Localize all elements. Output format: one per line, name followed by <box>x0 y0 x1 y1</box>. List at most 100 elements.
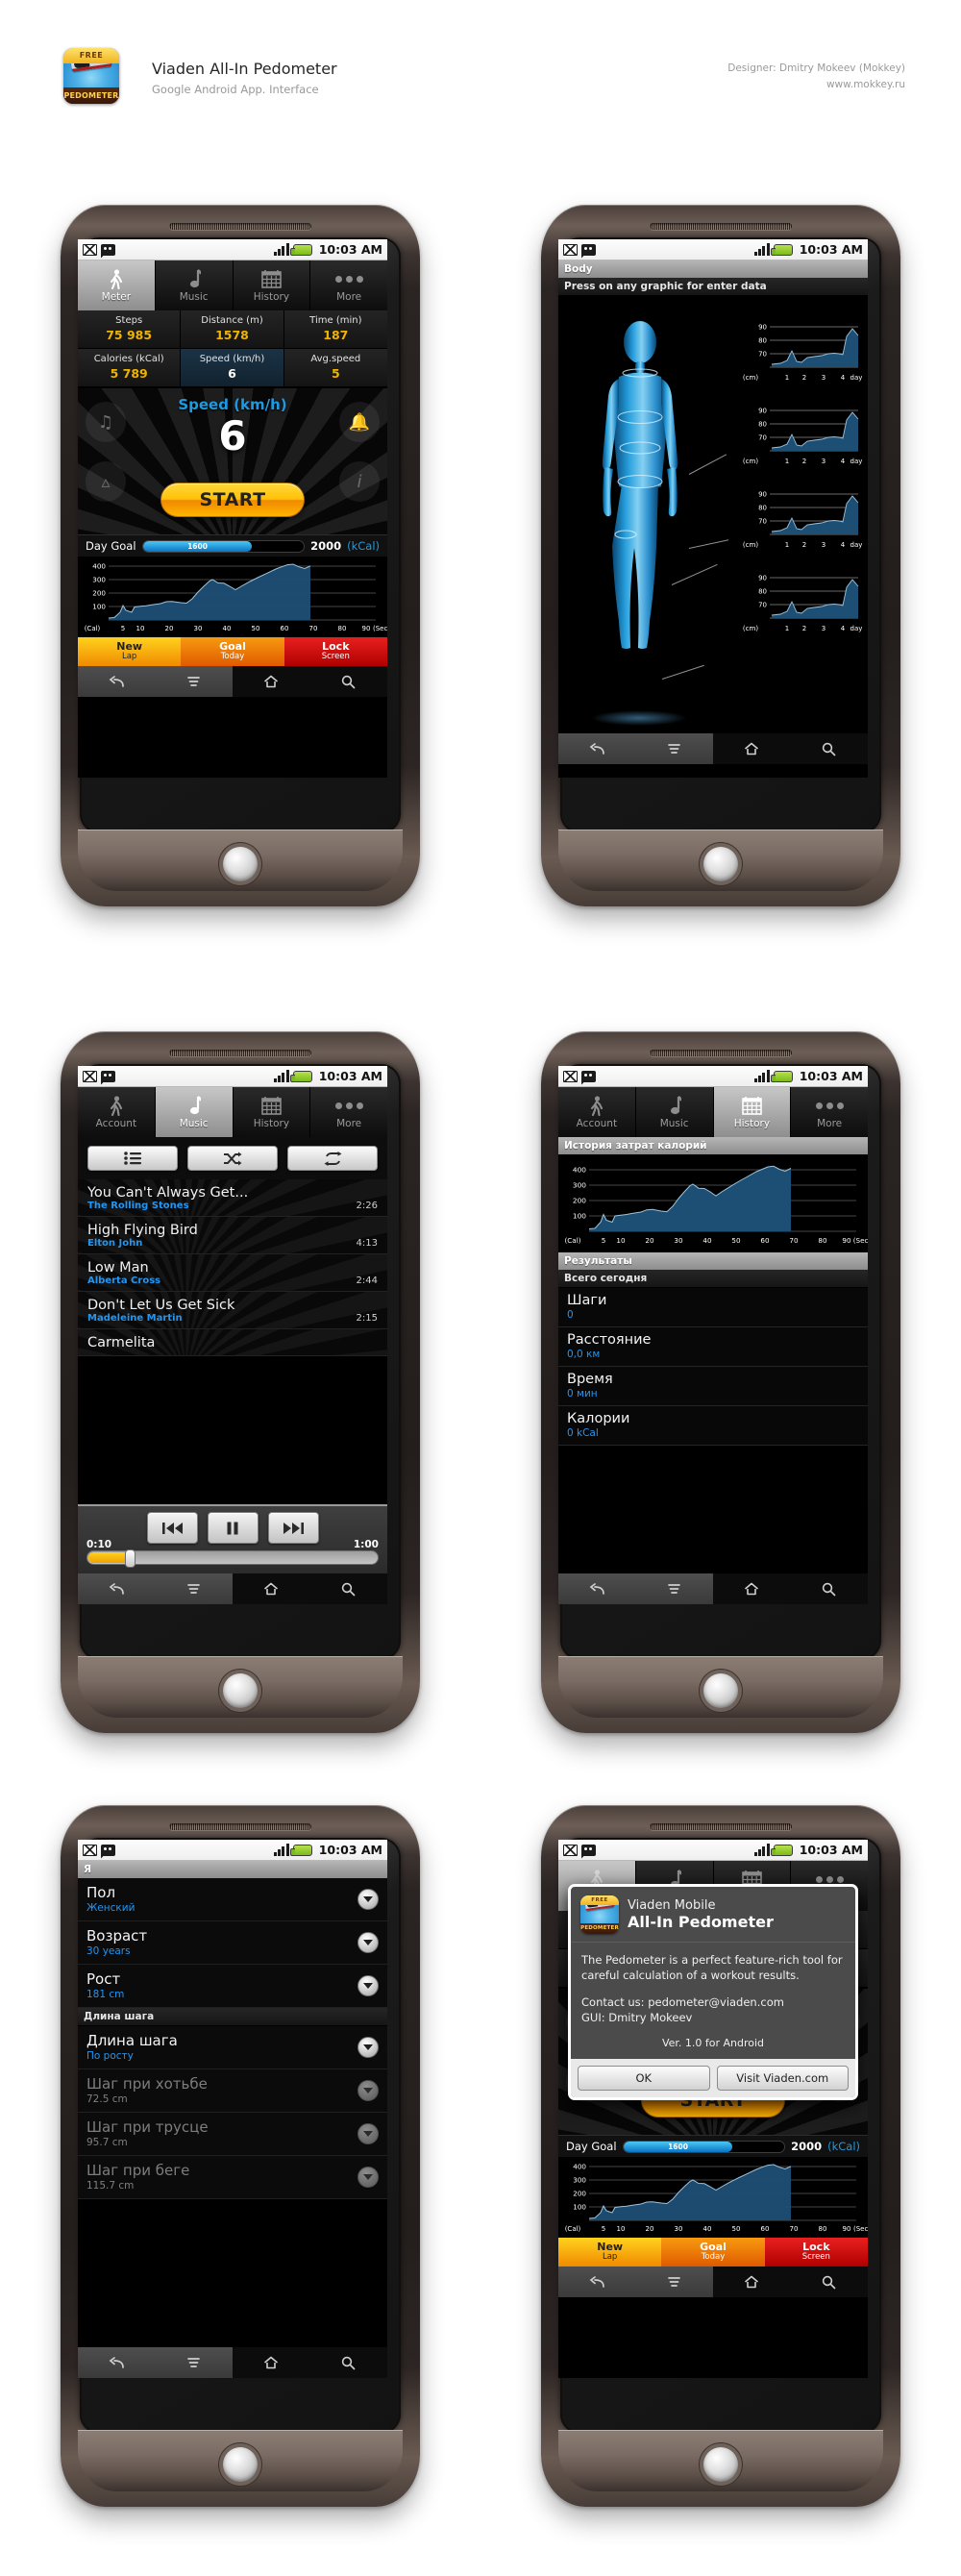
home-button[interactable] <box>713 2266 791 2297</box>
back-button[interactable] <box>78 2347 156 2378</box>
visit-viaden-button[interactable]: Visit Viaden.com <box>716 2066 849 2091</box>
list-item[interactable]: Калории 0 kCal <box>558 1406 868 1446</box>
trackball-4[interactable] <box>703 1673 738 1708</box>
stat-cell-speed[interactable]: Speed (km/h) 6 <box>181 349 284 387</box>
tab-history[interactable]: History <box>713 1087 792 1137</box>
trackball-3[interactable] <box>223 1673 258 1708</box>
menu-button[interactable] <box>155 2347 233 2378</box>
tab-history[interactable]: History <box>233 1087 311 1137</box>
search-button[interactable] <box>309 2347 387 2378</box>
tab-more[interactable]: More <box>791 1087 868 1137</box>
music-icon[interactable]: ♫ <box>86 402 126 442</box>
human-figure-icon[interactable] <box>585 313 696 698</box>
mini-chart-hips[interactable]: 90 80 70 (cm) 1 2 3 4 day <box>737 486 863 561</box>
repeat-icon[interactable] <box>287 1146 378 1171</box>
mini-chart-waist[interactable]: 90 80 70 (cm) 1 2 3 4 day <box>737 403 863 478</box>
back-button[interactable] <box>558 1573 636 1604</box>
action-goal-today[interactable]: Goal Today <box>181 637 284 666</box>
search-button[interactable] <box>309 1573 387 1604</box>
home-button[interactable] <box>713 733 791 764</box>
stat-cell-distance[interactable]: Distance (m) 1578 <box>181 310 284 349</box>
action-new-lap[interactable]: New Lap <box>78 637 182 666</box>
list-item[interactable]: High Flying Bird Elton John 4:13 <box>78 1217 387 1254</box>
metronome-icon[interactable]: ▵ <box>86 461 126 502</box>
search-button[interactable] <box>309 666 387 697</box>
tab-music[interactable]: Music <box>635 1087 714 1137</box>
search-button[interactable] <box>790 1573 868 1604</box>
list-item[interactable]: Пол Женский <box>78 1878 387 1921</box>
list-item[interactable]: Шаги 0 <box>558 1288 868 1327</box>
seek-knob[interactable] <box>125 1549 136 1568</box>
next-icon[interactable] <box>267 1512 319 1544</box>
menu-button[interactable] <box>155 1573 233 1604</box>
tab-music[interactable]: Music <box>155 1087 234 1137</box>
menu-button[interactable] <box>155 666 233 697</box>
list-item[interactable]: Возраст 30 years <box>78 1921 387 1965</box>
tab-account[interactable]: Account <box>558 1087 636 1137</box>
mini-chart-chest[interactable]: 90 80 70 (cm) 1 2 3 4 day <box>737 319 863 394</box>
stat-cell-avgspeed[interactable]: Avg.speed 5 <box>283 349 387 387</box>
tab-history[interactable]: History <box>233 260 311 310</box>
menu-button[interactable] <box>635 2266 713 2297</box>
tab-more[interactable]: More <box>310 260 387 310</box>
list-item[interactable]: Длина шага По росту <box>78 2026 387 2069</box>
search-button[interactable] <box>790 2266 868 2297</box>
home-button[interactable] <box>233 2347 310 2378</box>
home-button[interactable] <box>233 1573 310 1604</box>
back-button[interactable] <box>78 1573 156 1604</box>
seek-slider[interactable] <box>86 1549 379 1568</box>
chevron-down-icon <box>357 2122 379 2144</box>
trackball-6[interactable] <box>703 2447 738 2482</box>
ok-button[interactable]: OK <box>578 2066 710 2091</box>
trackball-2[interactable] <box>703 847 738 881</box>
back-button[interactable] <box>78 666 156 697</box>
shuffle-icon[interactable] <box>187 1146 278 1171</box>
chevron-down-icon[interactable] <box>357 1974 379 1996</box>
list-item[interactable]: Don't Let Us Get Sick Madeleine Martin 2… <box>78 1292 387 1329</box>
list-item[interactable]: Расстояние 0,0 км <box>558 1327 868 1367</box>
list-item[interactable]: Шаг при беге 115.7 cm <box>78 2156 387 2199</box>
stat-cell-time[interactable]: Time (min) 187 <box>283 310 387 349</box>
back-button[interactable] <box>558 733 636 764</box>
home-button[interactable] <box>233 666 310 697</box>
list-item[interactable]: Carmelita <box>78 1329 387 1356</box>
chevron-down-icon[interactable] <box>357 1931 379 1953</box>
action-goal-today[interactable]: Goal Today <box>661 2238 765 2266</box>
stat-cell-calories[interactable]: Calories (kCal) 5 789 <box>78 349 182 387</box>
bell-icon[interactable]: 🔔 <box>339 402 380 442</box>
tab-meter[interactable]: Meter <box>78 260 156 310</box>
action-new-lap[interactable]: New Lap <box>558 2238 662 2266</box>
day-goal-progress[interactable]: 1600 <box>141 539 306 553</box>
prev-icon[interactable] <box>146 1512 198 1544</box>
list-item[interactable]: Шаг при трусце 95.7 cm <box>78 2113 387 2156</box>
tab-account[interactable]: Account <box>78 1087 156 1137</box>
home-button[interactable] <box>713 1573 791 1604</box>
menu-button[interactable] <box>635 733 713 764</box>
playlist-icon[interactable] <box>87 1146 178 1171</box>
action-lock-screen[interactable]: Lock Screen <box>283 637 387 666</box>
mini-chart-leg[interactable]: 90 80 70 (cm) 1 2 3 4 day <box>737 570 863 645</box>
list-item[interactable]: Рост 181 cm <box>78 1965 387 2008</box>
menu-button[interactable] <box>635 1573 713 1604</box>
action-lock-screen[interactable]: Lock Screen <box>764 2238 868 2266</box>
trackball-5[interactable] <box>223 2447 258 2482</box>
tab-music[interactable]: Music <box>155 260 234 310</box>
body-diagram[interactable]: 90 80 70 (cm) 1 2 3 4 day 90 80 70 (cm) 1 2 3 4 day <box>558 296 868 733</box>
list-item[interactable]: You Can't Always Get... The Rolling Ston… <box>78 1179 387 1217</box>
info-icon[interactable]: i <box>339 461 380 502</box>
tab-more[interactable]: More <box>310 1087 387 1137</box>
search-button[interactable] <box>790 733 868 764</box>
list-item[interactable]: Время 0 мин <box>558 1367 868 1406</box>
stat-cell-steps[interactable]: Steps 75 985 <box>78 310 182 349</box>
walking-icon <box>109 1095 124 1116</box>
back-button[interactable] <box>558 2266 636 2297</box>
chevron-down-icon[interactable] <box>357 1888 379 1910</box>
list-item[interactable]: Шаг при хотьбе 72.5 cm <box>78 2069 387 2113</box>
pause-icon[interactable] <box>207 1512 259 1544</box>
list-item[interactable]: Low Man Alberta Cross 2:44 <box>78 1254 387 1292</box>
svg-text:200: 200 <box>573 1197 586 1205</box>
day-goal-progress[interactable]: 1600 <box>622 2140 786 2153</box>
start-button[interactable]: START <box>160 483 305 517</box>
chevron-down-icon[interactable] <box>357 2036 379 2058</box>
trackball-1[interactable] <box>223 847 258 881</box>
